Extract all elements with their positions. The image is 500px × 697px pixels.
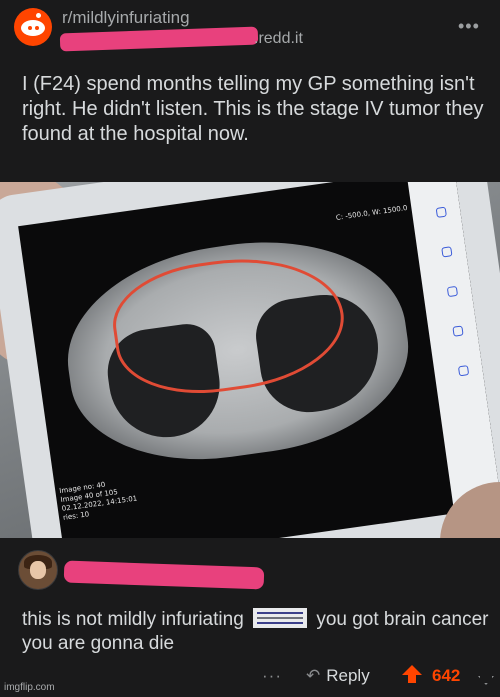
antenna-shape <box>36 13 41 18</box>
upvote-icon[interactable] <box>402 665 422 683</box>
watermark: imgflip.com <box>4 682 55 693</box>
commenter-avatar[interactable] <box>18 550 58 590</box>
tool-icon <box>452 325 464 337</box>
more-options-icon[interactable]: ••• <box>458 16 480 37</box>
meme-thumbnail-icon[interactable] <box>253 607 308 628</box>
tool-icon <box>446 285 459 298</box>
reply-icon: ↶ <box>306 666 321 685</box>
redacted-commenter-name <box>63 560 265 590</box>
vote-score: 642 <box>432 666 461 685</box>
post-image[interactable]: C: -500.0, W: 1500.0 Image no: 40 Image … <box>0 182 500 538</box>
tool-icon <box>441 246 453 258</box>
avatar-face <box>30 561 46 579</box>
scan-window-level: C: -500.0, W: 1500.0 <box>335 203 408 222</box>
ct-viewer-screen: C: -500.0, W: 1500.0 Image no: 40 Image … <box>18 182 500 538</box>
reply-label: Reply <box>326 666 370 685</box>
downvote-icon[interactable] <box>478 667 494 685</box>
comment-text-before: this is not mildly infuriating <box>22 609 244 630</box>
tool-icon <box>457 365 470 377</box>
comment-actions: ··· ↶ Reply 642 <box>0 662 500 692</box>
subreddit-name[interactable]: r/mildlyinfuriating <box>62 8 190 28</box>
subreddit-avatar-icon[interactable] <box>14 8 52 46</box>
post-title[interactable]: I (F24) spend months telling my GP somet… <box>22 72 492 147</box>
left-eye-shape <box>28 26 32 30</box>
comment-more-button[interactable]: ··· <box>262 666 282 686</box>
redacted-username <box>59 26 259 52</box>
snoo-head-shape <box>21 20 45 36</box>
comment: this is not mildly infuriating you got b… <box>0 538 500 697</box>
link-domain[interactable]: .redd.it <box>254 30 303 48</box>
right-eye-shape <box>35 26 39 30</box>
reply-button[interactable]: ↶ Reply <box>306 666 370 686</box>
tool-icon <box>435 206 447 218</box>
scan-info-text: Image no: 40 Image 40 of 105 02.12.2022,… <box>58 480 138 522</box>
comment-body: this is not mildly infuriating you got b… <box>22 607 492 656</box>
post-header: r/mildlyinfuriating .redd.it ••• I (F24)… <box>0 0 500 182</box>
